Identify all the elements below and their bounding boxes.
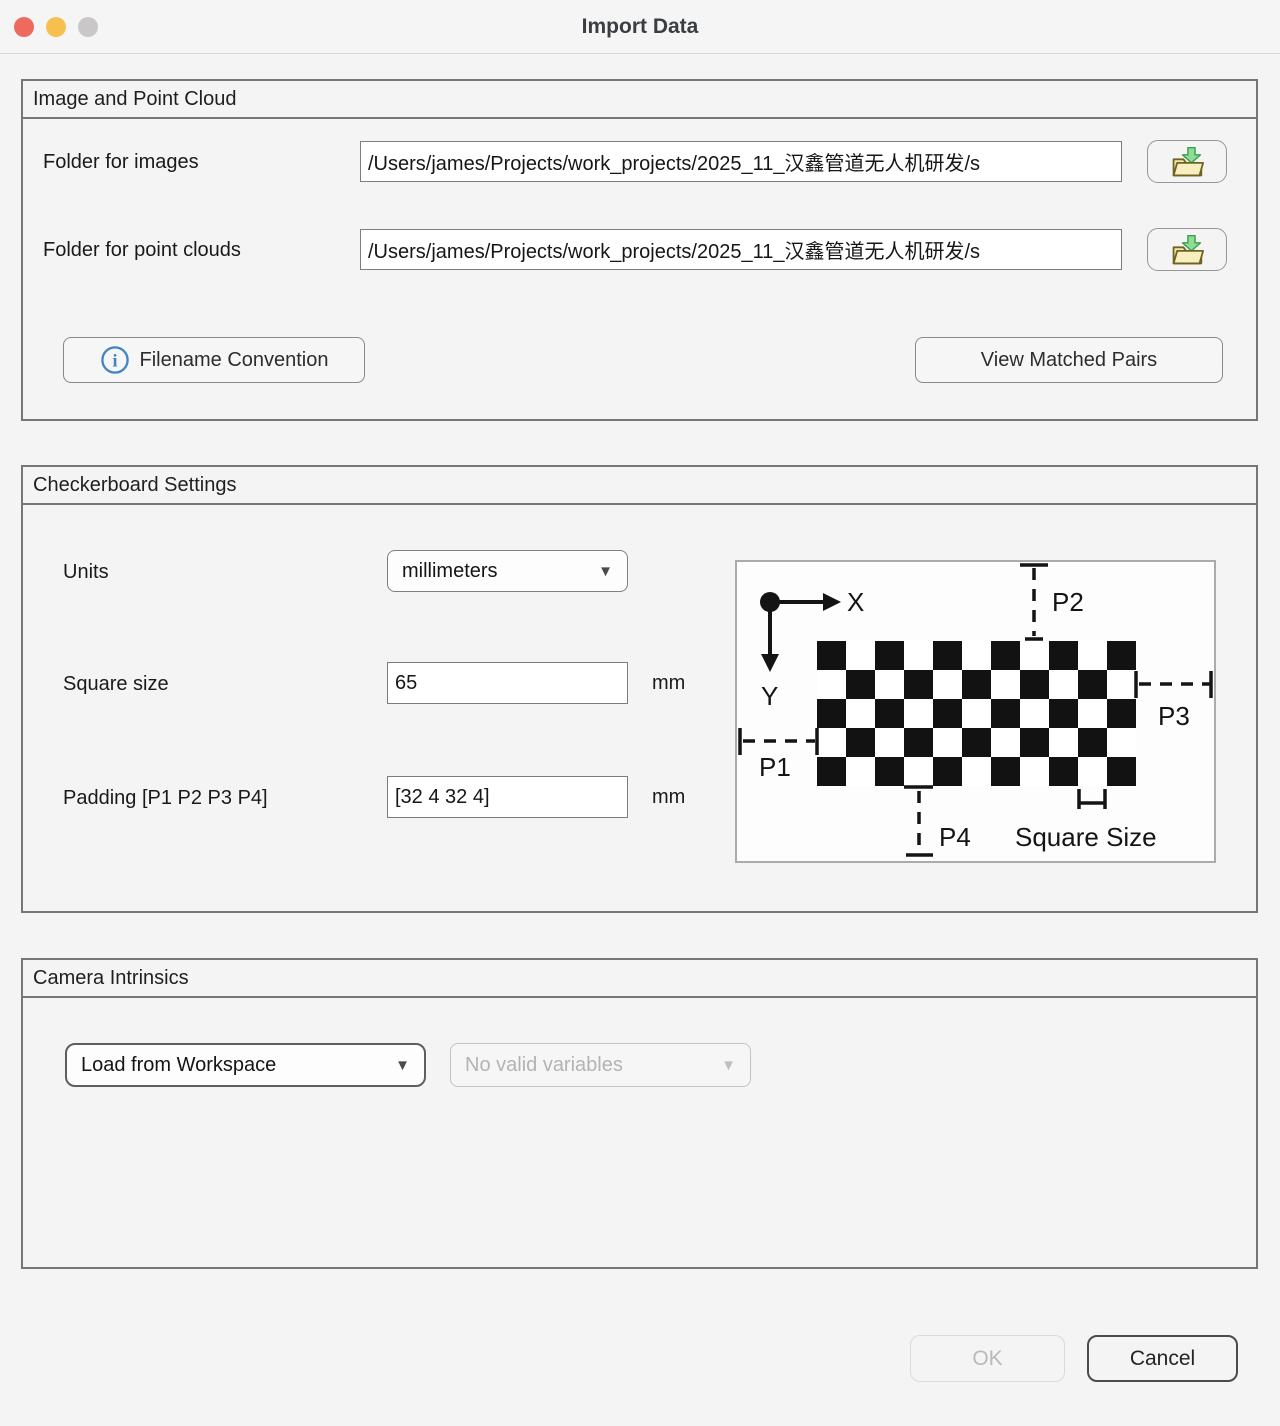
open-folder-import-icon xyxy=(1167,233,1207,267)
diagram-y-label: Y xyxy=(761,681,778,711)
browse-pointclouds-button[interactable] xyxy=(1147,228,1227,271)
group-image-point-cloud: Image and Point Cloud Folder for images … xyxy=(21,79,1258,421)
padding-unit: mm xyxy=(652,776,685,818)
ok-button-label: OK xyxy=(972,1347,1002,1371)
ok-button[interactable]: OK xyxy=(910,1335,1065,1382)
folder-pointclouds-label: Folder for point clouds xyxy=(43,229,241,271)
units-dropdown[interactable]: millimeters ▼ xyxy=(387,550,628,592)
cancel-button-label: Cancel xyxy=(1130,1347,1195,1371)
diagram-x-label: X xyxy=(847,587,864,617)
p2-dimension xyxy=(1020,565,1048,639)
checkerboard-pattern xyxy=(817,641,1136,786)
cancel-button[interactable]: Cancel xyxy=(1087,1335,1238,1382)
folder-images-input[interactable] xyxy=(360,141,1122,182)
chevron-down-icon: ▼ xyxy=(598,563,613,580)
filename-convention-button[interactable]: i Filename Convention xyxy=(63,337,365,383)
view-matched-pairs-button[interactable]: View Matched Pairs xyxy=(915,337,1223,383)
folder-images-label: Folder for images xyxy=(43,141,199,183)
diagram-p1-label: P1 xyxy=(759,752,791,782)
diagram-p3-label: P3 xyxy=(1158,701,1190,731)
group-checkerboard-settings: Checkerboard Settings Units millimeters … xyxy=(21,465,1258,913)
svg-text:i: i xyxy=(112,351,117,371)
square-size-unit: mm xyxy=(652,662,685,704)
units-dropdown-value: millimeters xyxy=(402,560,590,583)
diagram-p2-label: P2 xyxy=(1052,587,1084,617)
window-title: Import Data xyxy=(0,0,1280,53)
group-image-point-cloud-title: Image and Point Cloud xyxy=(23,81,1256,119)
padding-input[interactable] xyxy=(387,776,628,818)
p1-dimension xyxy=(740,728,817,755)
square-size-input[interactable] xyxy=(387,662,628,704)
intrinsics-variable-value: No valid variables xyxy=(465,1054,713,1077)
intrinsics-source-dropdown[interactable]: Load from Workspace ▼ xyxy=(65,1043,426,1087)
filename-convention-label: Filename Convention xyxy=(140,349,329,372)
view-matched-pairs-label: View Matched Pairs xyxy=(981,349,1157,372)
titlebar: Import Data xyxy=(0,0,1280,54)
padding-label: Padding [P1 P2 P3 P4] xyxy=(63,777,268,819)
square-size-bracket xyxy=(1079,789,1105,809)
chevron-down-icon: ▼ xyxy=(721,1057,736,1074)
diagram-square-size-label: Square Size xyxy=(1015,822,1157,852)
folder-pointclouds-input[interactable] xyxy=(360,229,1122,270)
browse-images-button[interactable] xyxy=(1147,140,1227,183)
p4-dimension xyxy=(904,787,933,855)
chevron-down-icon: ▼ xyxy=(395,1057,410,1074)
open-folder-import-icon xyxy=(1167,145,1207,179)
checkerboard-diagram: X Y P2 P3 xyxy=(735,560,1216,863)
intrinsics-source-value: Load from Workspace xyxy=(81,1054,387,1077)
diagram-p4-label: P4 xyxy=(939,822,971,852)
group-checkerboard-settings-title: Checkerboard Settings xyxy=(23,467,1256,505)
units-label: Units xyxy=(63,551,109,593)
info-icon: i xyxy=(100,345,130,375)
checkerboard-diagram-svg: X Y P2 P3 xyxy=(737,562,1214,861)
p3-dimension xyxy=(1136,671,1211,698)
square-size-label: Square size xyxy=(63,663,169,705)
intrinsics-variable-dropdown: No valid variables ▼ xyxy=(450,1043,751,1087)
group-camera-intrinsics: Camera Intrinsics Load from Workspace ▼ … xyxy=(21,958,1258,1269)
group-camera-intrinsics-title: Camera Intrinsics xyxy=(23,960,1256,998)
